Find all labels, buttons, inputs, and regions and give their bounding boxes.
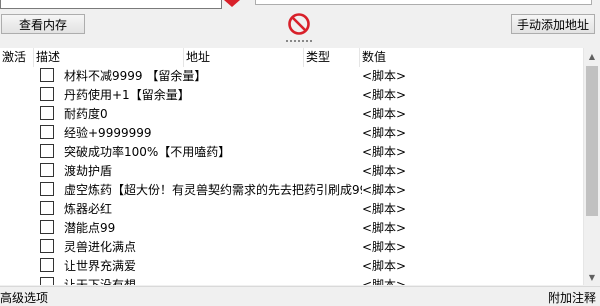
activate-checkbox[interactable] [40, 106, 54, 120]
table-comments-link[interactable]: 附加注释 [548, 289, 596, 306]
activate-checkbox[interactable] [40, 277, 54, 285]
table-row[interactable]: 耐药度0 <脚本> [0, 105, 583, 123]
row-value: <脚本> [362, 200, 407, 218]
column-header-description[interactable]: 描述 [34, 48, 184, 67]
vertical-scrollbar[interactable]: ▲ ▼ [583, 48, 600, 285]
activate-checkbox[interactable] [40, 182, 54, 196]
table-header: 激活 描述 地址 类型 数值 [0, 48, 583, 68]
activate-checkbox[interactable] [40, 201, 54, 215]
row-description: 让世界充满爱 [64, 259, 137, 273]
row-description: 潜能点99 [64, 221, 116, 235]
activate-checkbox[interactable] [40, 68, 54, 82]
column-header-active[interactable]: 激活 [0, 48, 34, 67]
cheat-table: 材料不减9999 【留余量】 <脚本> 丹药使用+1【留余量】 <脚本> 耐药度… [0, 67, 583, 285]
table-row[interactable]: 虚空炼药【超大份！有灵兽契约需求的先去把药引刷成9999】 <脚本> [0, 181, 583, 199]
scroll-down-arrow-icon[interactable]: ▼ [584, 269, 600, 285]
progress-bar [255, 0, 592, 5]
no-sign-icon [288, 13, 310, 35]
scroll-up-arrow-icon[interactable]: ▲ [584, 48, 600, 64]
process-field[interactable] [0, 0, 222, 9]
row-value: <脚本> [362, 181, 407, 199]
row-value: <脚本> [362, 67, 407, 85]
table-row[interactable]: 炼器必红 <脚本> [0, 200, 583, 218]
table-row[interactable]: 经验+9999999 <脚本> [0, 124, 583, 142]
row-value: <脚本> [362, 162, 407, 180]
table-row[interactable]: 让世界充满爱 <脚本> [0, 257, 583, 275]
row-value: <脚本> [362, 238, 407, 256]
row-value: <脚本> [362, 276, 407, 285]
row-value: <脚本> [362, 105, 407, 123]
column-header-address[interactable]: 地址 [184, 48, 304, 67]
row-description: 丹药使用+1【留余量】 [64, 88, 190, 102]
status-bar: 高级选项 附加注释 [0, 286, 600, 305]
row-value: <脚本> [362, 143, 407, 161]
row-value: <脚本> [362, 124, 407, 142]
table-row[interactable]: 突破成功率100%【不用嗑药】 <脚本> [0, 143, 583, 161]
select-process-button[interactable] [221, 0, 243, 8]
activate-checkbox[interactable] [40, 87, 54, 101]
activate-checkbox[interactable] [40, 144, 54, 158]
row-value: <脚本> [362, 219, 407, 237]
splitter-handle[interactable] [286, 40, 314, 44]
activate-checkbox[interactable] [40, 163, 54, 177]
activate-checkbox[interactable] [40, 258, 54, 272]
scrollbar-thumb[interactable] [586, 66, 598, 216]
row-description: 灵兽进化满点 [64, 240, 137, 254]
view-memory-button[interactable]: 查看内存 [1, 14, 85, 34]
row-value: <脚本> [362, 257, 407, 275]
table-row[interactable]: 潜能点99 <脚本> [0, 219, 583, 237]
row-description: 炼器必红 [64, 202, 113, 216]
table-row[interactable]: 灵兽进化满点 <脚本> [0, 238, 583, 256]
activate-checkbox[interactable] [40, 239, 54, 253]
column-header-type[interactable]: 类型 [304, 48, 360, 67]
column-header-value[interactable]: 数值 [360, 48, 583, 67]
arrow-pointer-icon [224, 0, 240, 7]
row-description: 让天下没有想 [64, 278, 137, 285]
add-address-manually-button[interactable]: 手动添加地址 [511, 14, 595, 34]
table-row[interactable]: 渡劫护盾 <脚本> [0, 162, 583, 180]
row-description: 材料不减9999 【留余量】 [64, 69, 207, 83]
clear-list-button[interactable] [287, 12, 311, 36]
table-row[interactable]: 材料不减9999 【留余量】 <脚本> [0, 67, 583, 85]
activate-checkbox[interactable] [40, 220, 54, 234]
row-description: 突破成功率100%【不用嗑药】 [64, 145, 231, 159]
row-description: 耐药度0 [64, 107, 108, 121]
row-description: 渡劫护盾 [64, 164, 113, 178]
row-description: 经验+9999999 [64, 126, 152, 140]
table-row[interactable]: 丹药使用+1【留余量】 <脚本> [0, 86, 583, 104]
row-description: 虚空炼药【超大份！有灵兽契约需求的先去把药引刷成9999】 [64, 183, 395, 197]
activate-checkbox[interactable] [40, 125, 54, 139]
advanced-options-link[interactable]: 高级选项 [0, 289, 48, 306]
row-value: <脚本> [362, 86, 407, 104]
table-row[interactable]: 让天下没有想 <脚本> [0, 276, 583, 285]
